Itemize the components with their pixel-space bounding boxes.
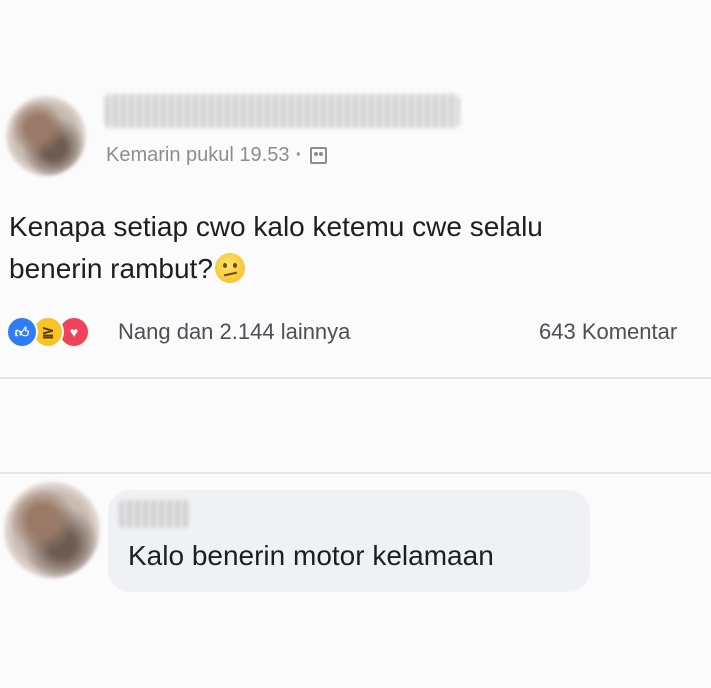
divider [0,472,711,474]
post-text: Kenapa setiap cwo kalo ketemu cwe selalu… [9,206,669,290]
divider [0,377,711,379]
post-text-line-1: Kenapa setiap cwo kalo ketemu cwe selalu [9,211,543,242]
comment-text: Kalo benerin motor kelamaan [128,540,494,571]
meta-separator: · [295,144,303,166]
reaction-summary[interactable]: Nang dan 2.144 lainnya [118,319,350,345]
post-text-line-2: benerin rambut? [9,253,213,284]
friends-audience-icon[interactable] [310,147,328,164]
post-text-line-2-wrap: benerin rambut? [9,248,669,290]
post-author-avatar[interactable] [6,96,86,176]
comments-count[interactable]: 643 Komentar [539,319,677,345]
post-meta: Kemarin pukul 19.53 · [106,144,328,167]
commenter-name-redacted[interactable] [118,500,190,528]
reaction-icons[interactable]: 👍︎ ≧ ♥ [6,316,90,348]
confused-face-icon [214,253,245,283]
like-icon: 👍︎ [6,316,38,348]
commenter-avatar[interactable] [4,482,100,578]
post-author-name-redacted[interactable] [104,94,460,128]
post-timestamp[interactable]: Kemarin pukul 19.53 [106,144,289,167]
